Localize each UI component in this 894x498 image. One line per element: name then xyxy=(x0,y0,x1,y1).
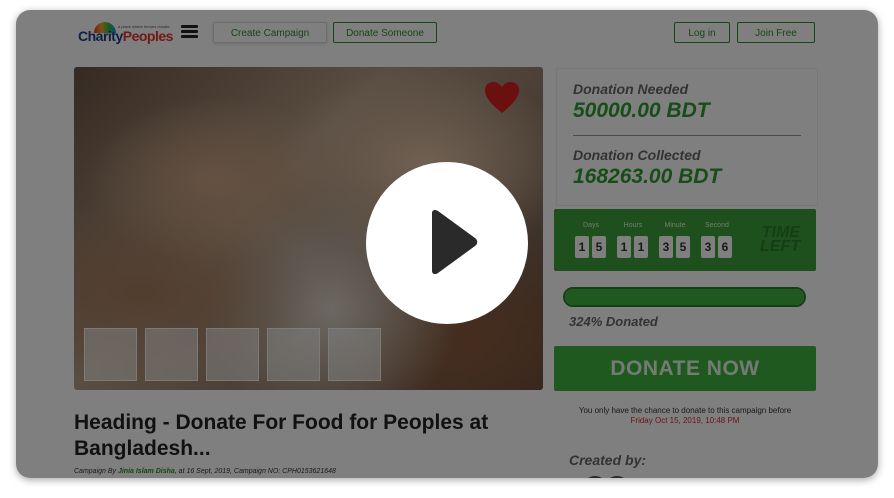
play-button[interactable] xyxy=(366,162,528,324)
video-preview-frame: a place where heroes donate CharityPeopl… xyxy=(16,10,878,478)
play-icon xyxy=(432,209,478,275)
